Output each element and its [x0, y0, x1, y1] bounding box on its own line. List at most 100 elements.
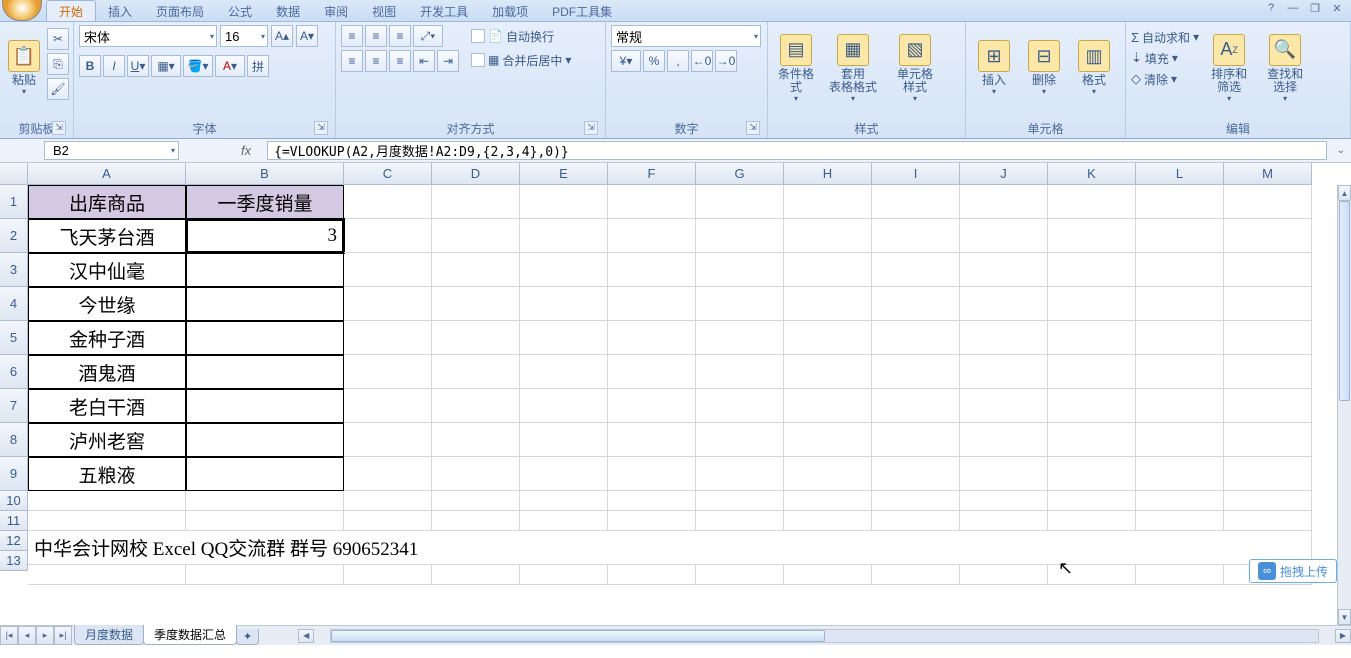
cell[interactable] [696, 287, 784, 321]
row-header-7[interactable]: 7 [0, 389, 28, 423]
cell[interactable] [186, 253, 344, 287]
cell[interactable] [784, 423, 872, 457]
align-left-button[interactable]: ≡ [341, 50, 363, 72]
restore-icon[interactable]: ❐ [1307, 2, 1323, 16]
inc-decimal-button[interactable]: ←0 [691, 50, 713, 72]
cell[interactable] [784, 511, 872, 531]
cell[interactable] [186, 389, 344, 423]
cell[interactable] [432, 389, 520, 423]
cell[interactable] [186, 565, 344, 585]
cell[interactable] [608, 219, 696, 253]
cell[interactable] [784, 491, 872, 511]
col-header-J[interactable]: J [960, 163, 1048, 185]
cell[interactable] [872, 457, 960, 491]
col-header-E[interactable]: E [520, 163, 608, 185]
cell[interactable] [28, 491, 186, 511]
clear-button[interactable]: ◇清除▾ [1131, 69, 1199, 89]
tab-home[interactable]: 开始 [46, 0, 96, 21]
cell[interactable] [696, 389, 784, 423]
cell[interactable] [960, 565, 1048, 585]
cell[interactable] [1224, 457, 1312, 491]
cell[interactable] [344, 287, 432, 321]
find-select-button[interactable]: 🔍查找和 选择▾ [1259, 25, 1311, 111]
row-header-8[interactable]: 8 [0, 423, 28, 457]
cell[interactable]: 金种子酒 [28, 321, 186, 355]
align-launcher[interactable]: ⇲ [584, 121, 598, 135]
row-header-12[interactable]: 12 [0, 531, 28, 551]
cell[interactable] [784, 457, 872, 491]
font-launcher[interactable]: ⇲ [314, 121, 328, 135]
cell[interactable] [344, 511, 432, 531]
border-button[interactable]: ▦▾ [151, 55, 181, 77]
align-top-button[interactable]: ≡ [341, 25, 363, 47]
cell[interactable] [520, 185, 608, 219]
cell[interactable] [432, 287, 520, 321]
cell[interactable] [1136, 565, 1224, 585]
cell[interactable] [1224, 253, 1312, 287]
cell[interactable] [872, 389, 960, 423]
active-cell[interactable]: 3 [186, 219, 344, 253]
cell[interactable] [344, 219, 432, 253]
minimize-icon[interactable]: — [1285, 2, 1301, 16]
cell[interactable] [344, 389, 432, 423]
number-format-combo[interactable]: 常规▾ [611, 25, 761, 47]
font-size-combo[interactable]: 16▾ [220, 25, 268, 47]
col-header-K[interactable]: K [1048, 163, 1136, 185]
cell[interactable] [344, 565, 432, 585]
cell[interactable] [1048, 423, 1136, 457]
cell[interactable] [520, 491, 608, 511]
cell[interactable] [872, 511, 960, 531]
help-icon[interactable]: ? [1263, 2, 1279, 16]
cell[interactable] [186, 287, 344, 321]
hscroll-thumb[interactable] [331, 630, 824, 642]
cell[interactable] [608, 321, 696, 355]
row-header-11[interactable]: 11 [0, 511, 28, 531]
row-header-1[interactable]: 1 [0, 185, 28, 219]
cell[interactable] [186, 355, 344, 389]
merge-center-button[interactable]: ▦合并后居中▾ [471, 49, 571, 71]
tab-data[interactable]: 数据 [264, 1, 312, 21]
cell[interactable] [872, 423, 960, 457]
cell[interactable] [432, 565, 520, 585]
cell[interactable] [1136, 389, 1224, 423]
cell[interactable] [1048, 389, 1136, 423]
cell[interactable] [186, 423, 344, 457]
cell[interactable] [784, 287, 872, 321]
cell[interactable] [1136, 491, 1224, 511]
cell[interactable] [1136, 423, 1224, 457]
cell[interactable] [696, 219, 784, 253]
cell[interactable] [1136, 321, 1224, 355]
cell[interactable] [872, 321, 960, 355]
col-header-C[interactable]: C [344, 163, 432, 185]
scroll-down-arrow[interactable]: ▼ [1338, 609, 1351, 625]
cell[interactable] [520, 355, 608, 389]
format-painter-button[interactable]: 🖌 [47, 78, 69, 100]
sheet-prev-button[interactable]: ◂ [18, 626, 36, 645]
cell[interactable]: 五粮液 [28, 457, 186, 491]
row-header-13[interactable]: 13 [0, 551, 28, 571]
cell[interactable] [960, 185, 1048, 219]
cell[interactable] [520, 565, 608, 585]
cell[interactable] [872, 219, 960, 253]
grow-font-button[interactable]: A▴ [271, 25, 293, 47]
cell[interactable] [520, 321, 608, 355]
cell[interactable] [960, 321, 1048, 355]
cell[interactable] [1224, 511, 1312, 531]
cell[interactable] [520, 219, 608, 253]
cell[interactable] [784, 355, 872, 389]
cell[interactable] [960, 457, 1048, 491]
cell[interactable] [344, 457, 432, 491]
cell[interactable] [1224, 185, 1312, 219]
cell[interactable] [186, 321, 344, 355]
cell[interactable] [1224, 219, 1312, 253]
autosum-button[interactable]: Σ自动求和▾ [1131, 27, 1199, 47]
row-header-6[interactable]: 6 [0, 355, 28, 389]
cell[interactable] [1048, 253, 1136, 287]
clipboard-launcher[interactable]: ⇲ [52, 121, 66, 135]
cell[interactable] [784, 253, 872, 287]
conditional-format-button[interactable]: ▤条件格式▾ [773, 25, 819, 111]
tab-addin[interactable]: 加载项 [480, 1, 540, 21]
wrap-text-button[interactable]: 📄自动换行 [471, 25, 571, 47]
sheet-first-button[interactable]: |◂ [0, 626, 18, 645]
close-icon[interactable]: ✕ [1329, 2, 1345, 16]
